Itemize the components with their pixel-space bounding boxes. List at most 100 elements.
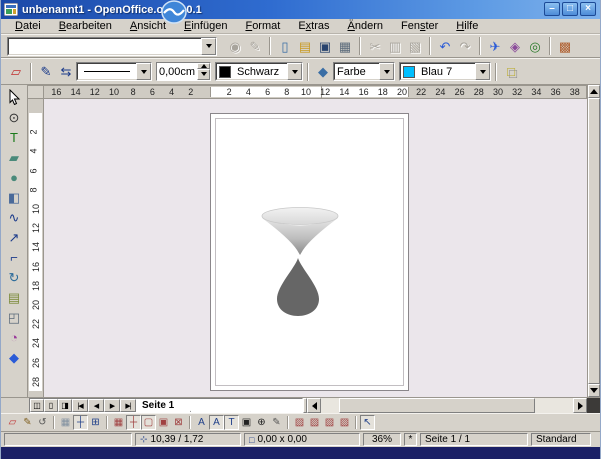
copy-icon[interactable]: ▥ (385, 36, 405, 56)
edit-points-mode-icon[interactable]: ▱ (5, 415, 20, 430)
layer-mode-button[interactable]: ◨ (58, 399, 72, 412)
line-pen-icon[interactable]: ✎ (36, 62, 56, 82)
3d-object-tool-icon[interactable]: ◧ (3, 187, 25, 207)
scroll-right-button[interactable] (573, 398, 587, 413)
horizontal-scrollbar-track[interactable] (321, 398, 573, 413)
save-document-icon[interactable]: ▣ (315, 36, 335, 56)
url-input[interactable] (8, 38, 201, 55)
placeholder-draft-icon[interactable]: ▨ (322, 415, 337, 430)
fill-type-dropdown-button[interactable] (379, 63, 394, 80)
title-bar[interactable]: unbenannt1 - OpenOffice.org 1.0.1 –□× (1, 0, 600, 19)
first-page-button[interactable]: |◀ (72, 399, 88, 412)
pointer-mode-icon[interactable]: ↖ (360, 415, 375, 430)
navigator-icon[interactable]: ✈ (485, 36, 505, 56)
next-page-button[interactable]: ▶ (104, 399, 120, 412)
alignment-tool-icon[interactable]: ▤ (3, 287, 25, 307)
snap-to-page-margins-icon[interactable]: ▢ (141, 415, 156, 430)
rotate-tool-icon[interactable]: ↻ (3, 267, 25, 287)
3d-objects-tool-icon[interactable]: ◆ (3, 347, 25, 367)
previous-page-button[interactable]: ◀ (88, 399, 104, 412)
menu-fenster[interactable]: Fenster (392, 19, 447, 33)
stop-loading-icon[interactable]: ◉ (225, 36, 245, 56)
line-color-combobox[interactable]: Schwarz (215, 62, 303, 81)
line-ends-icon[interactable]: ⇆ (56, 62, 76, 82)
double-click-edit-text-icon[interactable]: T (224, 415, 239, 430)
effects-tool-icon[interactable]: ◔ (3, 327, 25, 347)
line-arrow-tool-icon[interactable]: ↗ (3, 227, 25, 247)
use-grid-icon[interactable]: ⊞ (88, 415, 103, 430)
status-size-field[interactable]: □ 0,00 x 0,00 (244, 433, 360, 446)
show-grid-icon[interactable]: ▦ (58, 415, 73, 430)
cut-icon[interactable]: ✂ (365, 36, 385, 56)
status-page-field[interactable]: Seite 1 / 1 (420, 433, 528, 446)
line-style-dropdown-button[interactable] (136, 63, 151, 80)
snap-to-object-points-icon[interactable]: ⊠ (171, 415, 186, 430)
curve-tool-icon[interactable]: ∿ (3, 207, 25, 227)
hyperlink-icon[interactable]: ◎ (525, 36, 545, 56)
snap-to-grid-icon[interactable]: ▦ (111, 415, 126, 430)
vertical-ruler[interactable]: 246810121416182022242628 (28, 99, 44, 397)
gallery-icon[interactable]: ◈ (505, 36, 525, 56)
line-style-combobox[interactable] (76, 62, 152, 81)
horizontal-scrollbar-thumb[interactable] (339, 398, 536, 413)
page-mode-button[interactable]: ◫ (30, 399, 44, 412)
new-document-icon[interactable]: ▯ (275, 36, 295, 56)
funnel-drop-shape[interactable] (247, 206, 351, 320)
status-style-field[interactable]: Standard (531, 433, 591, 446)
url-dropdown-button[interactable] (201, 38, 216, 55)
scroll-down-button[interactable] (588, 384, 600, 397)
paste-icon[interactable]: ▧ (405, 36, 425, 56)
menu-ndern[interactable]: Ändern (339, 19, 392, 33)
menu-bearbeiten[interactable]: Bearbeiten (50, 19, 121, 33)
line-color-value[interactable]: Schwarz (234, 63, 287, 80)
horizontal-scrollbar[interactable] (307, 398, 587, 413)
fill-color-dropdown-button[interactable] (475, 63, 490, 80)
url-combobox[interactable] (7, 37, 217, 56)
ellipse-tool-icon[interactable]: ● (3, 167, 25, 187)
snap-to-snap-lines-icon[interactable]: ┼ (126, 415, 141, 430)
fill-color-combobox[interactable]: Blau 7 (399, 62, 491, 81)
edit-file-icon[interactable]: ✎ (245, 36, 265, 56)
fill-color-value[interactable]: Blau 7 (418, 63, 475, 80)
line-width-decrease-button[interactable] (197, 69, 210, 80)
arrange-tool-icon[interactable]: ◰ (3, 307, 25, 327)
redo-icon[interactable]: ↷ (455, 36, 475, 56)
text-tool-icon[interactable]: T (3, 127, 25, 147)
fill-type-value[interactable]: Farbe (334, 63, 379, 80)
modify-object-attributes-icon[interactable]: ▣ (239, 415, 254, 430)
area-style-icon[interactable]: ◆ (313, 62, 333, 82)
zoom-tool-icon[interactable]: ⊙ (3, 107, 25, 127)
status-position-field[interactable]: ⊹ 10,39 / 1,72 (135, 433, 241, 446)
horizontal-ruler[interactable]: 1614121086422468101214161820222426283032… (44, 85, 587, 99)
gluepoints-mode-icon[interactable]: ✎ (20, 415, 35, 430)
snap-to-object-border-icon[interactable]: ▣ (156, 415, 171, 430)
show-snap-lines-icon[interactable]: ┼ (73, 415, 88, 430)
last-page-button[interactable]: ▶| (120, 399, 136, 412)
rotation-mode-icon[interactable]: ↺ (35, 415, 50, 430)
minimize-button[interactable]: – (544, 2, 560, 16)
undo-icon[interactable]: ↶ (435, 36, 455, 56)
select-text-area-icon[interactable]: A (209, 415, 224, 430)
vertical-scrollbar-thumb[interactable] (588, 98, 600, 384)
quick-edit-icon[interactable]: A (194, 415, 209, 430)
line-color-dropdown-button[interactable] (287, 63, 302, 80)
page-tab-seite-1[interactable]: Seite 1 (136, 399, 191, 412)
edit-points-icon[interactable]: ▱ (6, 62, 26, 82)
drawing-canvas[interactable] (44, 99, 587, 397)
placeholder-all-icon[interactable]: ▨ (337, 415, 352, 430)
maximize-button[interactable]: □ (562, 2, 578, 16)
insert-image-icon[interactable]: ▩ (555, 36, 575, 56)
connector-tool-icon[interactable]: ⌐ (3, 247, 25, 267)
page[interactable] (210, 113, 409, 391)
print-icon[interactable]: ▦ (335, 36, 355, 56)
vertical-scrollbar[interactable] (587, 85, 600, 397)
menu-format[interactable]: Format (236, 19, 289, 33)
open-document-icon[interactable]: ▤ (295, 36, 315, 56)
status-zoom-field[interactable]: 36% (363, 433, 401, 446)
line-width-value[interactable]: 0,00cm (157, 63, 197, 80)
master-mode-button[interactable]: ▯ (44, 399, 58, 412)
menu-hilfe[interactable]: Hilfe (447, 19, 487, 33)
close-button[interactable]: × (580, 2, 596, 16)
scroll-up-button[interactable] (588, 85, 600, 98)
line-width-spinner[interactable]: 0,00cm (156, 62, 211, 81)
